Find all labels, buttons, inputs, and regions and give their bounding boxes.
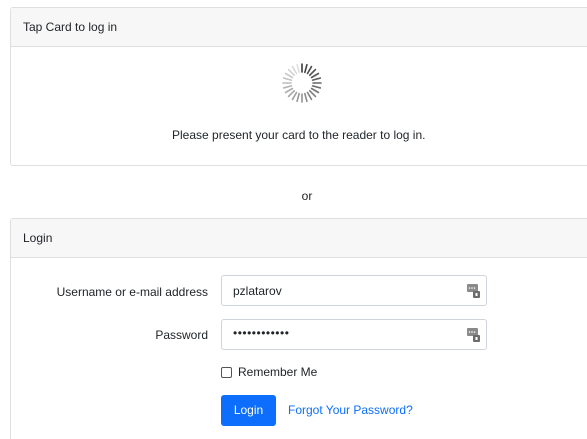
spinner-tick — [310, 87, 320, 94]
tap-card-message: Please present your card to the reader t… — [172, 128, 426, 142]
login-header: Login — [11, 219, 587, 258]
spinner-tick — [291, 65, 298, 75]
login-panel: Login Username or e-mail address pzlatar… — [10, 218, 587, 439]
remember-me-label[interactable]: Remember Me — [238, 365, 317, 379]
username-label: Username or e-mail address — [56, 285, 208, 299]
password-value: •••••••••••• — [233, 326, 290, 340]
spinner-tick — [282, 77, 293, 81]
spinner-tick — [291, 91, 298, 101]
username-value: pzlatarov — [233, 284, 282, 298]
spinner-tick — [282, 85, 293, 89]
or-separator: or — [301, 189, 313, 203]
spinner-tick — [311, 85, 322, 89]
spinner-tick — [308, 68, 317, 77]
tap-card-panel: Tap Card to log in Please present your c… — [10, 7, 587, 166]
password-manager-key-icon[interactable] — [467, 328, 480, 342]
spinner-tick — [310, 72, 320, 79]
login-button[interactable]: Login — [221, 395, 276, 426]
loading-spinner-icon — [278, 59, 326, 107]
spinner-tick — [311, 77, 322, 81]
spinner-tick — [296, 92, 300, 103]
password-manager-key-icon[interactable] — [467, 284, 480, 298]
username-input[interactable]: pzlatarov — [221, 275, 487, 306]
spinner-tick — [296, 63, 300, 74]
spinner-tick — [304, 63, 308, 74]
spinner-tick — [308, 89, 317, 98]
spinner-tick — [284, 72, 294, 79]
password-input[interactable]: •••••••••••• — [221, 319, 487, 350]
spinner-tick — [287, 68, 296, 77]
spinner-tick — [306, 65, 313, 75]
tap-card-header: Tap Card to log in — [11, 8, 587, 47]
remember-me[interactable]: Remember Me — [221, 365, 317, 379]
spinner-tick — [287, 89, 296, 98]
login-page: Tap Card to log in Please present your c… — [0, 0, 587, 439]
remember-me-checkbox[interactable] — [221, 366, 232, 378]
spinner-tick — [284, 87, 294, 94]
spinner-tick — [304, 92, 308, 103]
forgot-password-link[interactable]: Forgot Your Password? — [288, 403, 413, 417]
spinner-tick — [306, 91, 313, 101]
password-label: Password — [155, 328, 208, 342]
